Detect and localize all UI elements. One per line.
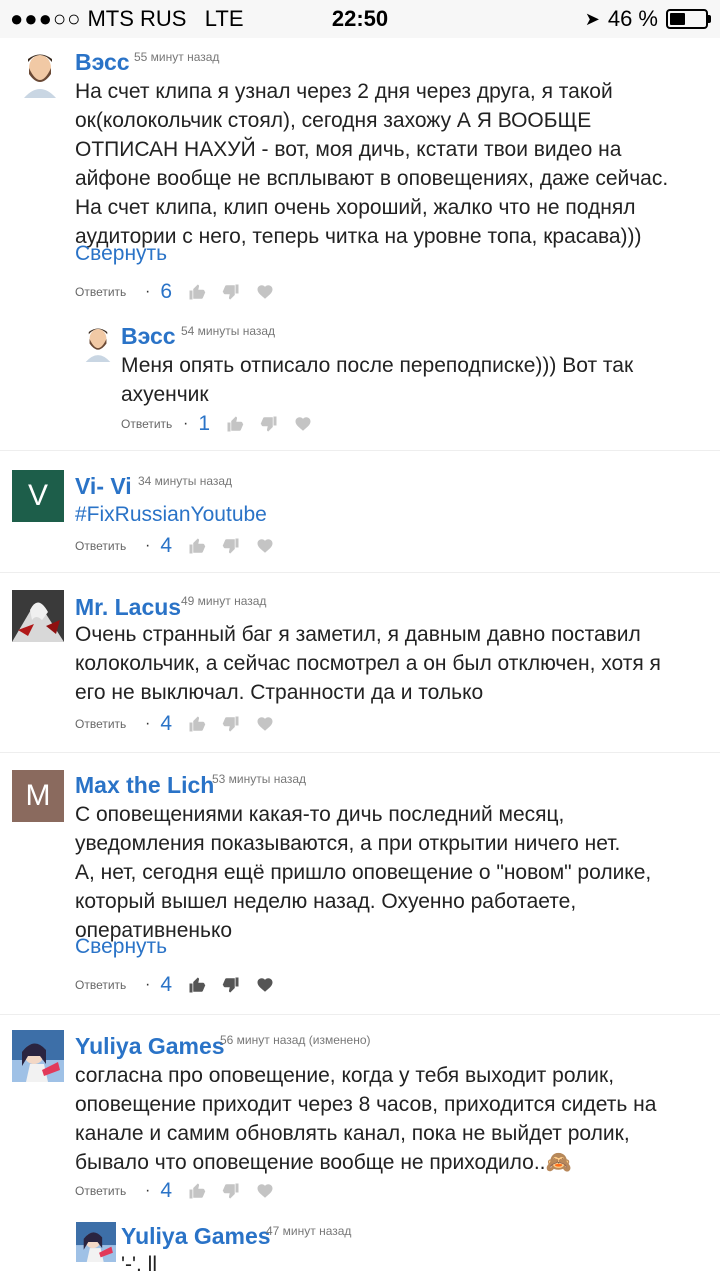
divider: [0, 1014, 720, 1015]
heart-icon[interactable]: [256, 283, 274, 301]
comment-actions: Ответить · 4: [75, 1176, 290, 1206]
reply-button[interactable]: Ответить: [75, 1184, 145, 1198]
thumbs-down-icon[interactable]: [222, 1182, 240, 1200]
reply-button[interactable]: Ответить: [121, 417, 183, 431]
thumbs-up-icon[interactable]: [188, 715, 206, 733]
thumbs-up-icon[interactable]: [188, 283, 206, 301]
heart-icon[interactable]: [256, 715, 274, 733]
comment-text: #FixRussianYoutube: [75, 503, 267, 526]
thumbs-down-icon[interactable]: [260, 415, 278, 433]
avatar-anime-girl-icon: [76, 1222, 116, 1262]
comment-time: 49 минут назад: [181, 594, 267, 608]
comment-author[interactable]: Yuliya Games: [75, 1033, 225, 1060]
comment-author[interactable]: Вэсс: [75, 49, 130, 76]
like-count: 6: [160, 280, 173, 303]
comment-text: Очень странный баг я заметил, я давным д…: [75, 623, 661, 704]
comment-author[interactable]: Mr. Lacus: [75, 594, 181, 621]
heart-icon[interactable]: [256, 537, 274, 555]
separator-dot: ·: [145, 715, 151, 732]
avatar[interactable]: [76, 1222, 116, 1262]
battery-icon: [666, 9, 711, 29]
comment-text: согласна про оповещение, когда у тебя вы…: [75, 1064, 657, 1174]
comment-time: 47 минут назад: [266, 1224, 352, 1238]
avatar-bearded-man-icon: [14, 46, 66, 98]
status-right: ➤ 46 %: [584, 6, 711, 32]
reply-button[interactable]: Ответить: [75, 539, 145, 553]
thumbs-up-icon[interactable]: [188, 976, 206, 994]
like-count: 1: [198, 412, 211, 435]
comment-author[interactable]: Вэсс: [121, 323, 176, 350]
heart-icon[interactable]: [256, 976, 274, 994]
heart-icon[interactable]: [256, 1182, 274, 1200]
avatar-assassin-icon: [12, 590, 64, 642]
avatar-anime-girl-icon: [12, 1030, 64, 1082]
comment-time: 53 минуты назад: [212, 772, 307, 786]
comment-actions: Ответить · 4: [75, 709, 290, 739]
separator-dot: ·: [145, 283, 151, 300]
divider: [0, 752, 720, 753]
avatar[interactable]: [12, 1030, 64, 1082]
like-count: 4: [160, 712, 173, 735]
like-count: 4: [160, 1179, 173, 1202]
avatar[interactable]: [12, 590, 64, 642]
separator-dot: ·: [145, 976, 151, 993]
separator-dot: ·: [183, 415, 189, 432]
divider: [0, 450, 720, 451]
comment-time: 55 минут назад: [134, 50, 220, 64]
comment-text: '-'. ll: [121, 1253, 158, 1276]
avatar-letter: M: [25, 779, 51, 812]
status-bar: ●●●○○ MTS RUS LTE 22:50 ➤ 46 %: [0, 0, 720, 38]
avatar-letter: V: [27, 479, 48, 512]
comment-actions: Ответить · 4: [75, 531, 290, 561]
comment-author[interactable]: Vi- Vi: [75, 473, 132, 500]
comment-text: На счет клипа я узнал через 2 дня через …: [75, 80, 669, 248]
comment-actions: Ответить · 4: [75, 970, 290, 1000]
like-count: 4: [160, 534, 173, 557]
battery-percent: 46 %: [607, 6, 658, 31]
comment-time: 54 минуты назад: [181, 324, 276, 338]
avatar[interactable]: [14, 46, 66, 98]
thumbs-down-icon[interactable]: [222, 537, 240, 555]
location-arrow-icon: ➤: [584, 8, 600, 29]
collapse-link[interactable]: Свернуть: [75, 242, 167, 266]
comment-author[interactable]: Yuliya Games: [121, 1223, 271, 1250]
thumbs-down-icon[interactable]: [222, 283, 240, 301]
comment-actions: Ответить · 6: [75, 277, 290, 307]
separator-dot: ·: [145, 537, 151, 554]
comment-text: Меня опять отписало после переподписке))…: [121, 354, 634, 406]
comment-text: С оповещениями какая-то дичь последний м…: [75, 803, 652, 942]
comment-time: 56 минут назад (изменено): [220, 1033, 371, 1047]
thumbs-up-icon[interactable]: [226, 415, 244, 433]
comment-actions: Ответить · 1: [121, 409, 328, 439]
separator-dot: ·: [145, 1182, 151, 1199]
heart-icon[interactable]: [294, 415, 312, 433]
thumbs-up-icon[interactable]: [188, 537, 206, 555]
reply-button[interactable]: Ответить: [75, 717, 145, 731]
avatar-bearded-man-icon: [78, 322, 118, 362]
avatar[interactable]: M: [12, 770, 64, 822]
reply-button[interactable]: Ответить: [75, 285, 145, 299]
thumbs-down-icon[interactable]: [222, 976, 240, 994]
thumbs-up-icon[interactable]: [188, 1182, 206, 1200]
reply-button[interactable]: Ответить: [75, 978, 145, 992]
comment-author[interactable]: Max the Lich: [75, 772, 214, 799]
collapse-link[interactable]: Свернуть: [75, 935, 167, 959]
avatar[interactable]: [78, 322, 118, 362]
thumbs-down-icon[interactable]: [222, 715, 240, 733]
avatar[interactable]: V: [12, 470, 64, 522]
comment-time: 34 минуты назад: [138, 474, 233, 488]
divider: [0, 572, 720, 573]
like-count: 4: [160, 973, 173, 996]
